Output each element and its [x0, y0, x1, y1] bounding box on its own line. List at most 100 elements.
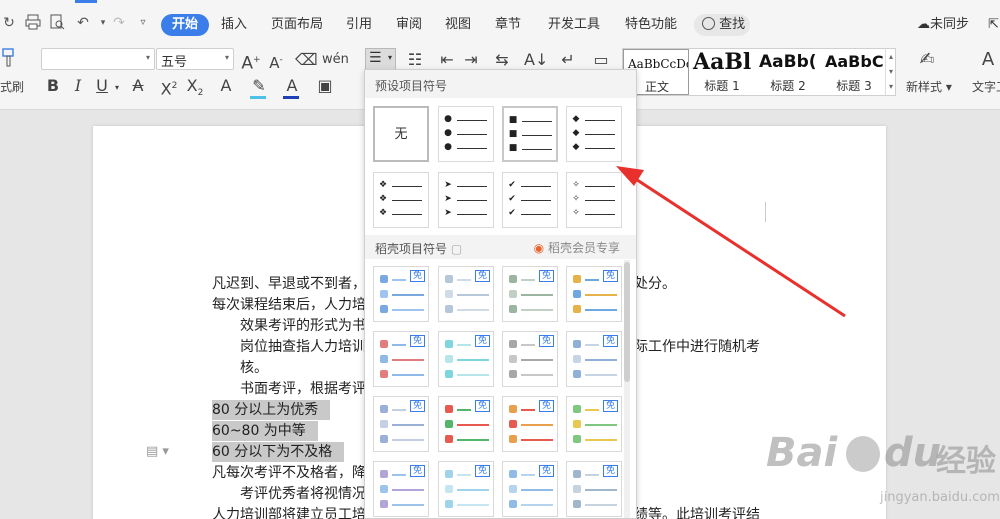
font-size-select[interactable]: 五号 ▾: [156, 48, 234, 70]
bullet-none[interactable]: 无: [373, 106, 429, 162]
format-painter-icon[interactable]: [0, 48, 18, 72]
template-bullet-icon: [509, 340, 517, 348]
template-bullet-icon: [445, 405, 453, 413]
free-badge: 免: [539, 400, 554, 412]
template-preview-line: [521, 409, 535, 411]
tab-page-layout[interactable]: 页面布局: [271, 14, 323, 36]
style-heading-1[interactable]: AaBl 标题 1: [689, 49, 755, 95]
highlight-color-swatch: [250, 96, 266, 99]
bullet-filled-square-icon: ■: [508, 129, 518, 139]
free-badge: 免: [539, 335, 554, 347]
daoke-bullet-template[interactable]: 免: [502, 266, 558, 322]
template-bullet-icon: [573, 420, 581, 428]
tab-chapter[interactable]: 章节: [495, 14, 521, 36]
daoke-bullet-template[interactable]: 免: [438, 396, 494, 452]
style-heading-2[interactable]: AaBb( 标题 2: [755, 49, 821, 95]
superscript-icon[interactable]: X2: [160, 74, 178, 98]
template-bullet-icon: [445, 355, 453, 363]
tab-special-features[interactable]: 特色功能: [625, 14, 677, 36]
doc-line: 核。: [240, 360, 268, 376]
new-style-button[interactable]: 新样式 ▾: [906, 78, 952, 95]
font-name-select[interactable]: ▾: [41, 48, 155, 70]
daoke-bullet-template[interactable]: 免: [566, 331, 622, 387]
increase-font-size-icon[interactable]: A+: [241, 48, 261, 74]
print-icon[interactable]: [24, 14, 42, 32]
daoke-bullet-template[interactable]: 免: [502, 461, 558, 517]
bullet-arrow[interactable]: ➤ ➤ ➤: [438, 172, 494, 228]
template-preview-line: [521, 279, 535, 281]
template-preview-line: [457, 474, 471, 476]
tab-view[interactable]: 视图: [445, 14, 471, 36]
format-painter-label[interactable]: 式刷: [0, 78, 24, 95]
bullet-none-label: 无: [394, 127, 408, 142]
bold-icon[interactable]: B: [44, 74, 62, 98]
daoke-bullet-template[interactable]: 免: [438, 266, 494, 322]
search-button[interactable]: 查找: [694, 14, 750, 36]
character-border-icon[interactable]: ▣: [316, 74, 334, 98]
daoke-bullet-template[interactable]: 免: [502, 331, 558, 387]
new-style-icon[interactable]: ✍: [914, 48, 940, 72]
underline-dropdown-icon[interactable]: ▾: [112, 76, 122, 100]
paragraph-options-icon[interactable]: ▤ ▾: [146, 444, 169, 459]
clear-format-icon[interactable]: ⌫: [295, 48, 318, 72]
template-preview-line: [392, 439, 424, 441]
text-effect-icon[interactable]: A: [217, 74, 235, 98]
bullet-star-icon: ✧: [572, 194, 580, 204]
tab-references[interactable]: 引用: [346, 14, 372, 36]
bullet-check[interactable]: ✔ ✔ ✔: [502, 172, 558, 228]
margin-corner-top-left: [193, 202, 213, 222]
daoke-bullet-template[interactable]: 免: [502, 396, 558, 452]
daoke-bullet-template[interactable]: 免: [373, 461, 429, 517]
bullet-four-diamond[interactable]: ❖ ❖ ❖: [373, 172, 429, 228]
template-bullet-icon: [573, 500, 581, 508]
daoke-bullet-template[interactable]: 免: [373, 266, 429, 322]
text-tool-icon[interactable]: A: [976, 48, 1000, 72]
bullet-star-icon: ✧: [572, 180, 580, 190]
daoke-bullet-template[interactable]: 免: [566, 461, 622, 517]
font-color-icon[interactable]: A: [283, 74, 301, 98]
free-badge: 免: [539, 465, 554, 477]
highlight-icon[interactable]: ✎: [250, 74, 268, 98]
bullet-filled-circle[interactable]: ● ● ●: [438, 106, 494, 162]
bullet-preview-line: [521, 186, 551, 187]
redo-arrow-icon[interactable]: ↻: [0, 14, 18, 32]
bullet-filled-diamond-icon: ◆: [572, 128, 580, 138]
template-preview-line: [457, 489, 489, 491]
daoke-bullet-template[interactable]: 免: [438, 331, 494, 387]
strikethrough-icon[interactable]: A: [129, 74, 147, 98]
text-tool-button[interactable]: 文字工: [972, 78, 1000, 95]
tab-insert[interactable]: 插入: [221, 14, 247, 36]
underline-icon[interactable]: U: [93, 74, 111, 98]
redo-icon[interactable]: ↷: [110, 14, 128, 32]
bullet-preview-line: [457, 186, 487, 187]
bullet-arrow-icon: ➤: [444, 194, 452, 204]
tab-home[interactable]: 开始: [161, 14, 210, 36]
tab-developer[interactable]: 开发工具: [548, 14, 600, 36]
doc-line: 岗位抽查指人力培训: [240, 339, 366, 355]
chevron-down-icon: ▾: [388, 53, 393, 62]
bullet-four-diamond-icon: ❖: [378, 208, 388, 218]
preset-bullets-header: 预设项目符号: [365, 70, 636, 98]
daoke-bullet-template[interactable]: 免: [566, 396, 622, 452]
pinyin-guide-icon[interactable]: wén: [322, 48, 349, 72]
daoke-bullet-template[interactable]: 免: [373, 331, 429, 387]
sync-status-button[interactable]: ☁未同步: [917, 14, 969, 36]
free-badge: 免: [603, 465, 618, 477]
bullet-list-button[interactable]: ☰ ▾: [365, 48, 396, 70]
decrease-font-size-icon[interactable]: A-: [266, 48, 286, 72]
style-gallery-scroll[interactable]: ▴ ▾ ▾: [885, 49, 896, 95]
daoke-bullet-template[interactable]: 免: [373, 396, 429, 452]
customize-toolbar-icon[interactable]: ▿: [134, 14, 152, 32]
subscript-icon[interactable]: X2: [186, 74, 204, 98]
style-heading-3[interactable]: AaBbC 标题 3: [821, 49, 887, 95]
daoke-bullet-template[interactable]: 免: [438, 461, 494, 517]
baidu-jingyan-watermark: Bai du 经验 jingyan.baidu.com: [766, 430, 1000, 505]
daoke-bullets-title: 稻壳项目符号 ▢: [375, 242, 463, 256]
share-button[interactable]: ⇱: [988, 14, 999, 36]
undo-icon[interactable]: ↶: [74, 14, 92, 32]
italic-icon[interactable]: I: [69, 74, 87, 98]
bullet-dropdown-panel: 预设项目符号 无 ● ● ● ■ ■ ■ ◆ ◆ ◆ ❖ ❖ ❖ ➤ ➤ ➤ ✔ ✔ ✔ ✧ ✧ ✧ 稻壳项目符号 ▢ ◉…: [364, 69, 637, 519]
tab-review[interactable]: 审阅: [396, 14, 422, 36]
bullet-filled-square[interactable]: ■ ■ ■: [502, 106, 558, 162]
print-preview-icon[interactable]: [48, 14, 66, 32]
